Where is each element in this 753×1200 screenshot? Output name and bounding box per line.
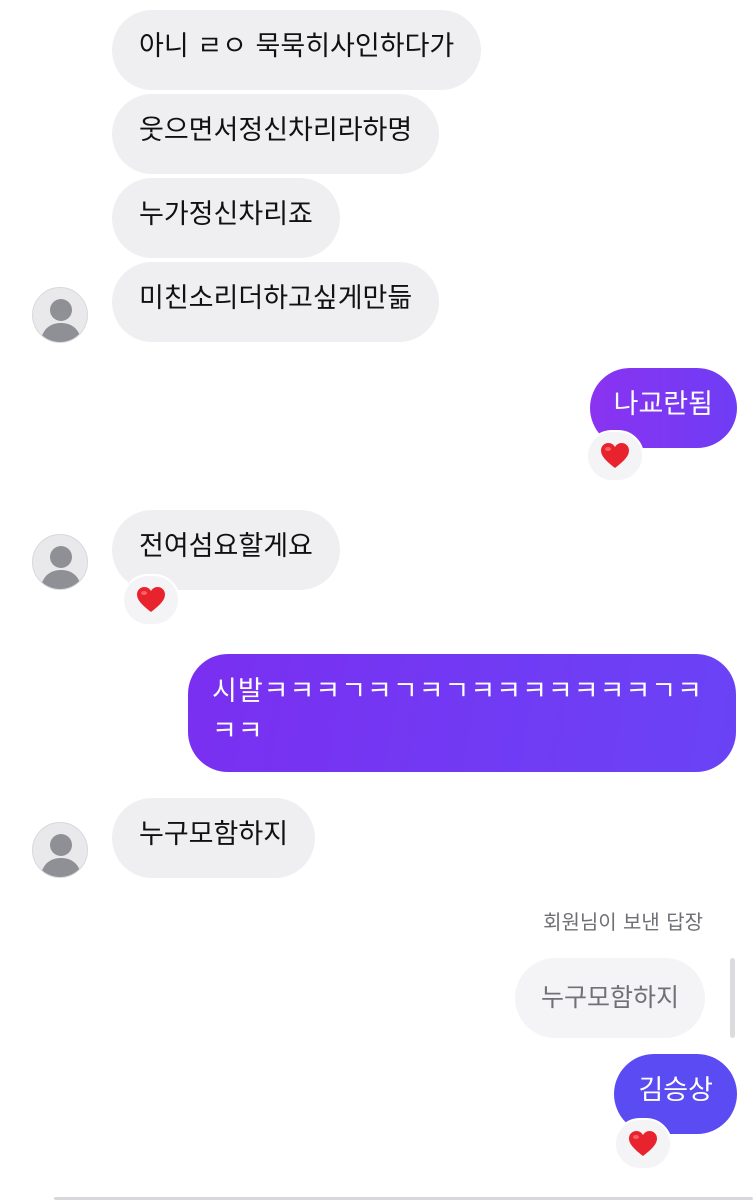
incoming-message[interactable]: 누구모함하지 [112, 798, 316, 878]
avatar[interactable] [32, 822, 88, 878]
avatar[interactable] [32, 534, 88, 590]
reaction-badge[interactable] [614, 1118, 672, 1170]
heart-icon [601, 443, 629, 468]
quoted-message[interactable]: 누구모함하지 [514, 958, 705, 1038]
default-avatar-icon [40, 299, 82, 342]
heart-icon [137, 587, 165, 612]
reply-indicator-bar [730, 958, 735, 1038]
incoming-message[interactable]: 누가정신차리죠 [112, 178, 340, 258]
incoming-message[interactable]: 미친소리더하고싶게만듦 [112, 262, 440, 342]
incoming-message[interactable]: 웃으면서정신차리라하명 [112, 94, 440, 174]
reaction-badge[interactable] [586, 430, 644, 482]
avatar[interactable] [32, 287, 88, 343]
reaction-badge[interactable] [122, 574, 180, 626]
default-avatar-icon [40, 546, 82, 589]
incoming-message[interactable]: 아니 ㄹㅇ 묵묵히사인하다가 [112, 10, 482, 90]
reply-label: 회원님이 보낸 답장 [543, 910, 703, 934]
outgoing-message[interactable]: 시발ㅋㅋㅋㄱㅋㄱㅋㄱㅋㅋㅋㅋㅋㅋㅋㄱㅋㅋㅋ [188, 654, 736, 772]
heart-icon [629, 1131, 657, 1156]
default-avatar-icon [40, 834, 82, 877]
